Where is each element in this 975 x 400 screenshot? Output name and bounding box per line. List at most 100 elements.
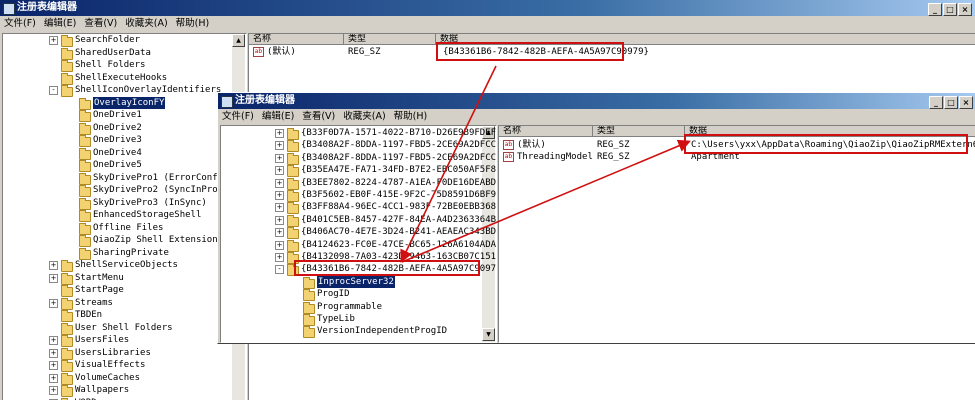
tree-node[interactable]: + StartMenu <box>3 272 231 285</box>
tree-node-label: StartPage <box>75 285 124 295</box>
tree-node[interactable]: Shell Folders <box>3 59 231 72</box>
tree-node[interactable]: SharingPrivate <box>3 247 231 260</box>
tree-node[interactable]: StartPage <box>3 284 231 297</box>
tree-node[interactable]: + SearchFolder <box>3 34 231 47</box>
tree-node[interactable]: + {B3FF88A4-96EC-4CC1-983F-72BE0EBB368B} <box>221 201 496 215</box>
menu-favorites[interactable]: 收藏夹(A) <box>339 109 389 125</box>
minimize-button[interactable]: _ <box>929 96 943 109</box>
tree-node[interactable]: TBDEn <box>3 309 231 322</box>
tree-node[interactable]: + {B3408A2F-8DDA-1197-FBD5-2CE69A2DFCC1} <box>221 152 496 165</box>
tree-node[interactable]: Programmable <box>221 301 481 314</box>
close-button[interactable]: × <box>959 96 973 109</box>
expand-icon[interactable]: + <box>49 261 58 270</box>
tree-node[interactable]: - ShellIconOverlayIdentifiers <box>3 84 231 97</box>
tree-node[interactable]: + {B406AC70-4E7E-3D24-B241-AEAEAC343BD9} <box>221 226 496 240</box>
menu-view[interactable]: 查看(V) <box>298 109 339 125</box>
expand-icon[interactable]: + <box>49 36 58 45</box>
tree-node[interactable]: + UsersFiles <box>3 334 231 347</box>
expand-icon[interactable]: + <box>275 228 284 238</box>
tree-node[interactable]: EnhancedStorageShell <box>3 209 231 222</box>
tree-node[interactable]: Offline Files <box>3 222 231 235</box>
tree-node[interactable]: + {B401C5EB-8457-427F-84EA-A4D2363364B0} <box>221 214 496 227</box>
expand-icon[interactable]: + <box>275 240 284 250</box>
tree-node[interactable]: + {B35EA47E-FA71-34FD-B7E2-EBC050AF5F8A} <box>221 164 496 178</box>
tree-node[interactable]: SkyDrivePro3 (InSync) <box>3 197 231 210</box>
column-header-name[interactable]: 名称 <box>249 34 344 45</box>
tree-node[interactable]: User Shell Folders <box>3 322 231 335</box>
tree-node[interactable]: ProgID <box>221 288 481 302</box>
menu-file[interactable]: 文件(F) <box>218 109 258 125</box>
tree-node[interactable]: OneDrive3 <box>3 134 231 147</box>
expand-icon[interactable]: + <box>275 215 284 225</box>
tree-node[interactable]: + Streams <box>3 297 231 310</box>
expand-icon[interactable]: + <box>275 203 284 213</box>
expand-icon[interactable]: + <box>275 129 284 138</box>
values-pane[interactable]: 名称 类型 数据 ab (默认) REG_SZ C:\Users\yxx\App… <box>498 125 975 343</box>
tree-node[interactable]: VersionIndependentProgID <box>221 325 481 339</box>
menu-edit[interactable]: 编辑(E) <box>258 109 298 125</box>
tree-node[interactable]: + {B3EE7802-8224-4787-A1EA-F0DE16DEABD3} <box>221 177 496 190</box>
title-bar[interactable]: 注册表编辑器 _ □ × <box>0 0 975 16</box>
close-button[interactable]: × <box>958 3 972 16</box>
tree-node[interactable]: + Wallpapers <box>3 384 231 397</box>
tree-node[interactable]: TypeLib <box>221 313 481 326</box>
expand-icon[interactable]: + <box>49 373 58 383</box>
expand-icon[interactable]: + <box>49 298 58 308</box>
column-header-type[interactable]: 类型 <box>344 34 436 45</box>
expand-icon[interactable]: + <box>275 253 284 262</box>
scroll-down-button[interactable]: ▼ <box>482 328 495 341</box>
tree-node[interactable]: OneDrive1 <box>3 109 231 122</box>
tree-node-label: {B3FF88A4-96EC-4CC1-983F-72BE0EBB368B} <box>301 202 497 213</box>
tree-node[interactable]: OverlayIconFY <box>3 96 231 110</box>
collapse-icon[interactable]: - <box>49 86 58 95</box>
tree-node[interactable]: InprocServer32 <box>221 275 481 289</box>
tree-node[interactable]: + {B4124623-FC0E-47CE-BC65-126A6104ADA1} <box>221 239 496 252</box>
expand-icon[interactable]: + <box>275 178 284 188</box>
tree-node[interactable]: OneDrive2 <box>3 122 231 135</box>
menu-view[interactable]: 查看(V) <box>80 16 121 32</box>
tree-node[interactable]: QiaoZip Shell Extension <box>3 234 231 247</box>
registry-tree-pane[interactable]: ▲ + SearchFolder SharedUserData Shell Folde… <box>2 33 247 400</box>
tree-node[interactable]: + {B3408A2F-8DDA-1197-FBD5-2CE69A2DFCC0} <box>221 139 496 153</box>
maximize-button[interactable]: □ <box>944 96 958 109</box>
tree-node[interactable]: +WORD <box>3 397 231 400</box>
folder-icon <box>79 97 91 110</box>
expand-icon[interactable]: + <box>275 191 284 200</box>
menu-file[interactable]: 文件(F) <box>0 16 40 32</box>
expand-icon[interactable]: + <box>49 273 58 283</box>
tree-node-label: SharingPrivate <box>93 247 169 258</box>
expand-icon[interactable]: + <box>275 153 284 163</box>
expand-icon[interactable]: + <box>49 336 58 345</box>
menu-edit[interactable]: 编辑(E) <box>40 16 80 32</box>
menu-help[interactable]: 帮助(H) <box>172 16 214 32</box>
scroll-up-button[interactable]: ▲ <box>232 34 245 47</box>
column-header-type[interactable]: 类型 <box>593 126 685 137</box>
tree-node[interactable]: SharedUserData <box>3 47 231 60</box>
tree-node[interactable]: SkyDrivePro1 (ErrorConflic <box>3 172 234 185</box>
maximize-button[interactable]: □ <box>943 3 957 16</box>
expand-icon[interactable]: + <box>275 141 284 151</box>
tree-node[interactable]: OneDrive4 <box>3 147 231 160</box>
expand-icon[interactable]: + <box>49 361 58 370</box>
menu-help[interactable]: 帮助(H) <box>390 109 432 125</box>
tree-node[interactable]: + VisualEffects <box>3 359 231 372</box>
folder-icon <box>61 260 73 272</box>
menu-favorites[interactable]: 收藏夹(A) <box>121 16 171 32</box>
expand-icon[interactable]: + <box>49 348 58 358</box>
tree-node[interactable]: + ShellServiceObjects <box>3 259 231 272</box>
minimize-button[interactable]: _ <box>928 3 942 16</box>
tree-node[interactable]: + {B3F5602-EB0F-415E-9F2C-75D8591D6BF9} <box>221 189 496 202</box>
tree-node[interactable]: + VolumeCaches <box>3 372 231 385</box>
collapse-icon[interactable]: - <box>275 265 284 275</box>
column-header-name[interactable]: 名称 <box>499 126 593 137</box>
expand-icon[interactable]: + <box>275 166 284 176</box>
tree-node[interactable]: + {B33F0D7A-1571-4022-B710-D26E9B9FDEFB} <box>221 127 496 140</box>
expand-icon[interactable]: + <box>49 386 58 395</box>
title-bar[interactable]: 注册表编辑器 _ □ × <box>218 93 975 109</box>
tree-node[interactable]: SkyDrivePro2 (SyncInProgre <box>3 184 234 197</box>
tree-node[interactable]: OneDrive5 <box>3 159 231 172</box>
tree-node[interactable]: ShellExecuteHooks <box>3 72 231 85</box>
tree-node[interactable]: + UsersLibraries <box>3 347 231 360</box>
value-type: REG_SZ <box>597 140 630 150</box>
registry-tree-pane[interactable]: ▲ ▼ + {B33F0D7A-1571-4022-B710-D26E9B9FDE… <box>220 125 497 343</box>
